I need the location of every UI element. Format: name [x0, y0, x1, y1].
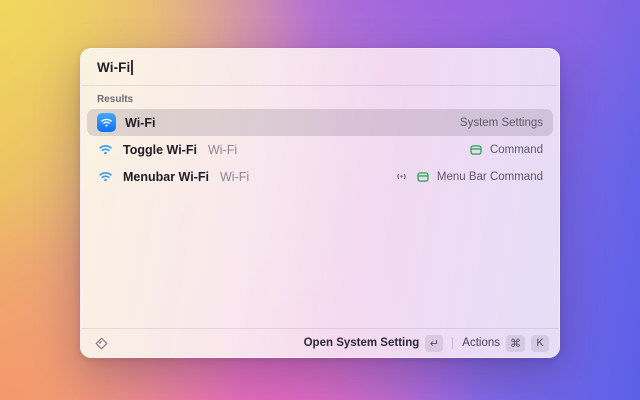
- search-input[interactable]: Wi-Fi: [81, 49, 559, 86]
- wifi-app-icon: [97, 113, 116, 132]
- enter-keycap: ↵: [425, 334, 444, 352]
- footer-divider: [452, 337, 454, 349]
- action-bar: Open System Setting ↵ Actions ⌘ K: [81, 328, 559, 357]
- results-section-header: Results: [97, 94, 134, 105]
- actions-button[interactable]: Actions ⌘ K: [462, 334, 549, 352]
- empty-area: [81, 190, 559, 328]
- result-row-wifi[interactable]: Wi-Fi System Settings: [87, 109, 553, 136]
- search-value: Wi-Fi: [97, 59, 131, 75]
- k-keycap: K: [531, 334, 549, 352]
- launcher-window: Wi-Fi Results Wi-Fi System Settings Togg…: [80, 48, 560, 358]
- text-caret: [131, 59, 133, 75]
- result-subtitle: Wi-Fi: [220, 169, 250, 184]
- primary-action-label: Open System Setting: [303, 337, 420, 349]
- menubar-broadcast-icon: [395, 170, 409, 184]
- result-row-menubar-wifi[interactable]: Menubar Wi-Fi Wi-Fi Menu Bar Command: [87, 163, 553, 190]
- result-title: Menubar Wi-Fi: [123, 169, 209, 184]
- actions-label: Actions: [462, 337, 500, 349]
- result-accessory: Command: [489, 143, 543, 156]
- result-subtitle: Wi-Fi: [207, 142, 238, 157]
- wifi-icon: [97, 141, 114, 158]
- raycast-logo-icon: [93, 335, 110, 352]
- result-title: Wi-Fi: [125, 115, 156, 130]
- results-list: Wi-Fi System Settings Toggle Wi-Fi Wi-Fi: [81, 109, 559, 190]
- cmd-keycap: ⌘: [506, 334, 525, 352]
- result-accessory: System Settings: [459, 116, 543, 129]
- result-accessory: Menu Bar Command: [436, 170, 543, 183]
- primary-action-button[interactable]: Open System Setting ↵: [303, 334, 444, 352]
- command-icon: [469, 143, 483, 157]
- result-title: Toggle Wi-Fi: [123, 142, 197, 157]
- wifi-icon: [97, 168, 114, 185]
- result-row-toggle-wifi[interactable]: Toggle Wi-Fi Wi-Fi Command: [87, 136, 553, 163]
- command-icon: [416, 170, 430, 184]
